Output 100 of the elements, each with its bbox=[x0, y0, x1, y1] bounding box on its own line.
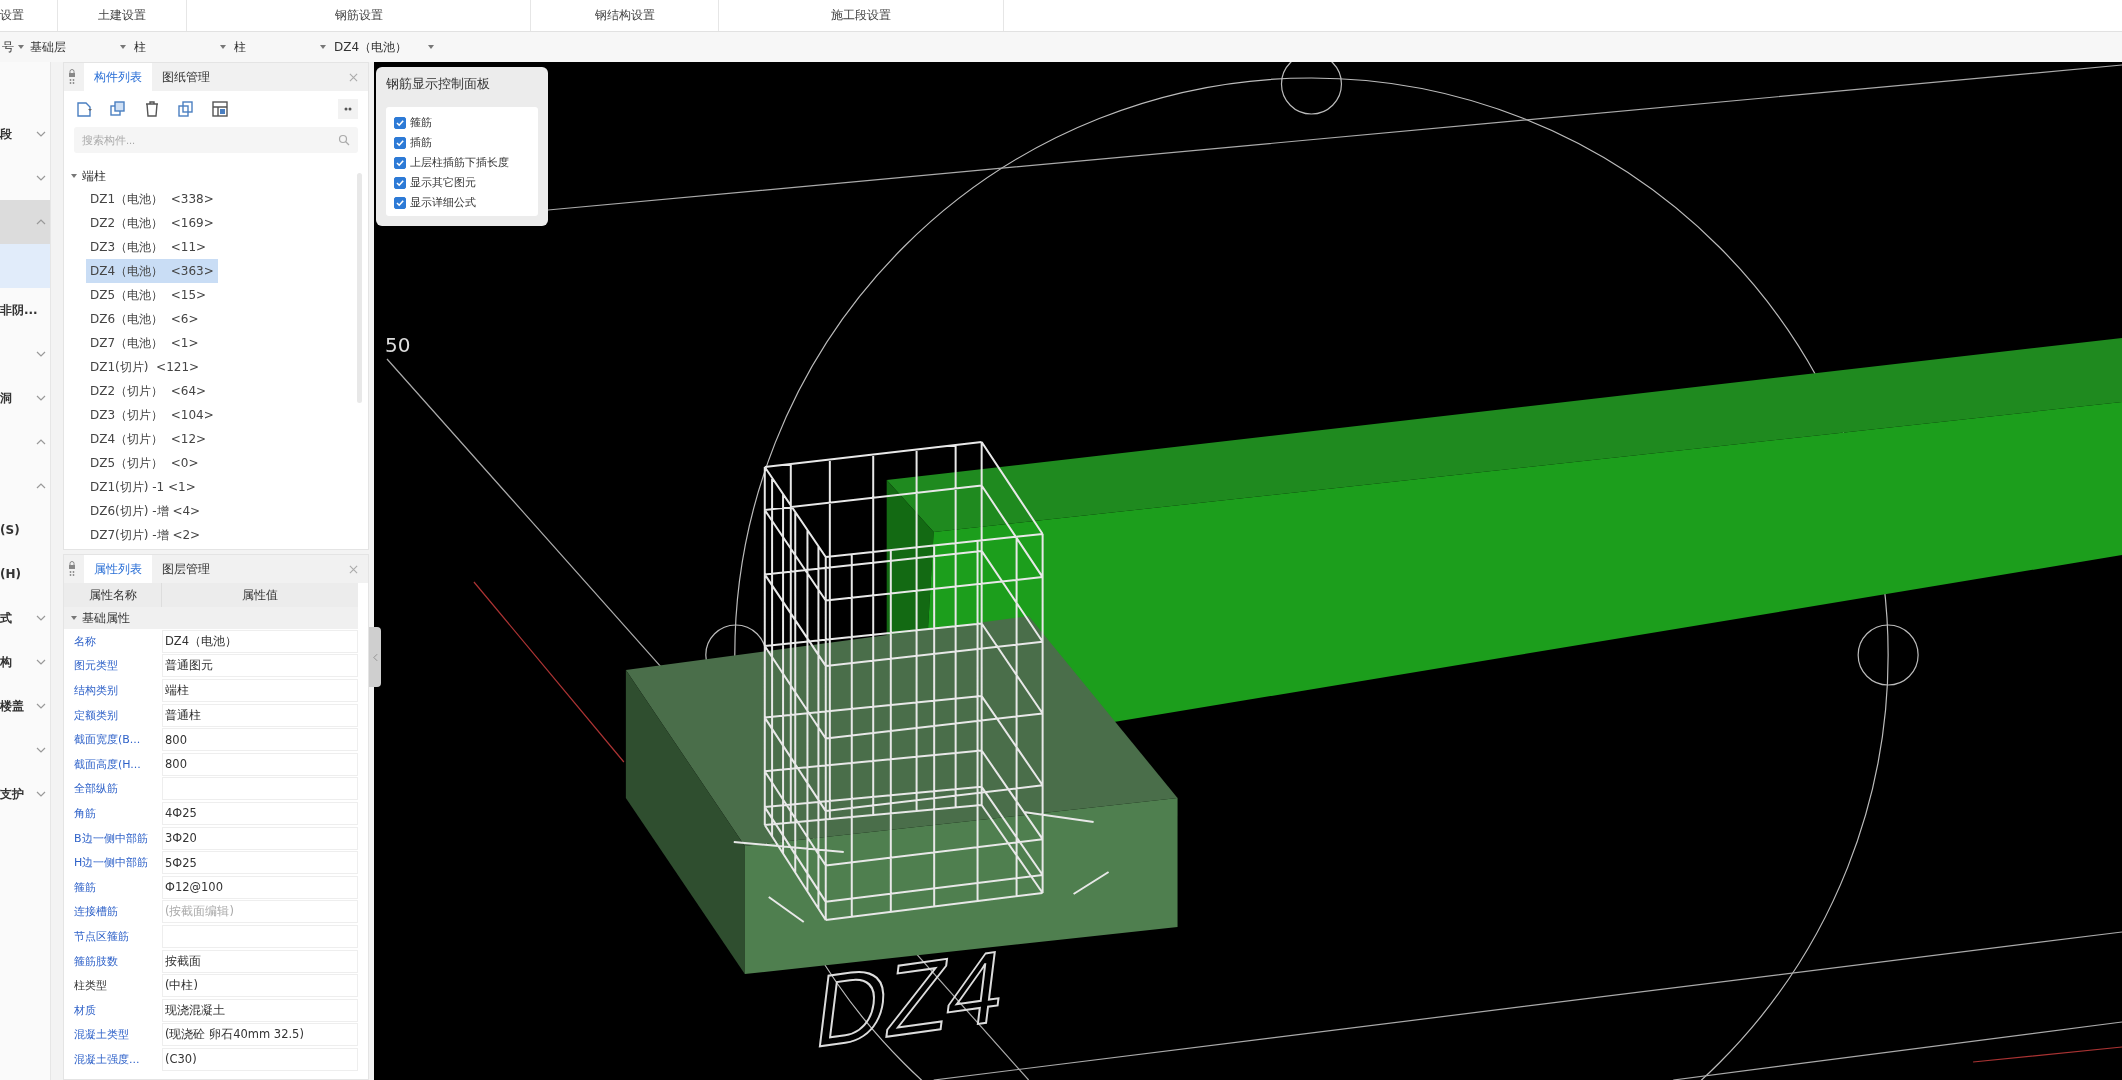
property-name: 结构类别 bbox=[73, 683, 119, 698]
copy-icon[interactable] bbox=[108, 99, 128, 119]
sidebar-item[interactable]: 段 bbox=[0, 112, 50, 156]
sidebar-item[interactable] bbox=[0, 200, 50, 244]
property-value[interactable]: 普通图元 bbox=[162, 654, 358, 678]
panel-tab[interactable]: 构件列表 bbox=[84, 63, 152, 91]
expand-icon bbox=[70, 615, 78, 621]
column-header: 属性值 bbox=[241, 586, 279, 604]
dropdown[interactable]: 基础层 bbox=[28, 32, 132, 62]
close-icon[interactable] bbox=[349, 564, 358, 574]
panel-tab[interactable]: 图层管理 bbox=[152, 555, 220, 583]
axis-marker bbox=[1857, 624, 1919, 686]
collapse-handle[interactable] bbox=[369, 627, 381, 687]
tree-item[interactable]: DZ4（切片） <12> bbox=[86, 427, 211, 451]
property-value[interactable]: 4Ф25 bbox=[162, 801, 358, 825]
tree-item[interactable]: DZ3（电池） <11> bbox=[86, 235, 211, 259]
panel-tab[interactable]: 属性列表 bbox=[84, 555, 152, 583]
search-field[interactable]: 搜索构件... bbox=[74, 127, 358, 153]
tree-item[interactable]: DZ3（切片） <104> bbox=[86, 403, 218, 427]
tree-item[interactable]: DZ6(切片) -增 <4> bbox=[86, 499, 205, 523]
property-name: 箍筋 bbox=[73, 879, 97, 895]
panel-tab[interactable]: 图纸管理 bbox=[152, 63, 220, 91]
top-tab[interactable]: 设置 bbox=[0, 0, 58, 31]
property-name: 名称 bbox=[73, 633, 97, 649]
axis-marker bbox=[1280, 62, 1343, 115]
tree-item[interactable]: DZ1(切片) <121> bbox=[86, 355, 204, 379]
tree-item[interactable]: DZ5（切片） <0> bbox=[86, 451, 203, 475]
sidebar-item[interactable]: 楼盖 bbox=[0, 684, 50, 728]
tree-item[interactable]: DZ7(切片) -增 <2> bbox=[86, 523, 205, 547]
property-name: 截面高度(H... bbox=[73, 756, 142, 772]
tree-item[interactable]: DZ2（电池） <169> bbox=[86, 211, 218, 235]
checkbox[interactable] bbox=[394, 156, 406, 169]
property-name: 混凝土强度... bbox=[73, 1051, 141, 1067]
property-value[interactable]: 现浇混凝土 bbox=[162, 998, 358, 1022]
element-label: DZ4 bbox=[808, 928, 1011, 1070]
top-tab[interactable]: 钢筋设置 bbox=[187, 0, 531, 31]
lock-icon[interactable] bbox=[68, 561, 76, 577]
duplicate-icon[interactable] bbox=[176, 99, 196, 119]
sidebar-item[interactable]: 式 bbox=[0, 596, 50, 640]
checkbox-option[interactable]: 插筋 bbox=[394, 135, 534, 150]
dropdown[interactable]: 柱 bbox=[232, 32, 332, 62]
lock-icon[interactable] bbox=[68, 69, 76, 85]
property-value[interactable]: 800 bbox=[162, 728, 358, 752]
more-icon[interactable] bbox=[338, 99, 358, 119]
property-name: 图元类型 bbox=[73, 658, 119, 674]
tree-item[interactable]: DZ1(切片) -1 <1> bbox=[86, 475, 200, 499]
property-name: 连接槽筋 bbox=[73, 904, 119, 920]
top-tab[interactable]: 钢结构设置 bbox=[531, 0, 719, 31]
property-value[interactable]: (C30) bbox=[162, 1047, 358, 1071]
axis-label: 50 bbox=[385, 333, 411, 357]
sidebar-item[interactable] bbox=[0, 244, 50, 288]
property-value[interactable]: 普通柱 bbox=[162, 703, 358, 727]
search-icon bbox=[338, 134, 350, 146]
3d-viewport[interactable]: 50 DZ4 钢筋显示控制面板 箍筋 插筋 上层柱插筋下插长度 显示其它图元 显示详细公式 bbox=[374, 62, 2122, 1080]
checkbox-option[interactable]: 箍筋 bbox=[394, 115, 534, 130]
property-value[interactable]: 端柱 bbox=[162, 679, 358, 702]
close-icon[interactable] bbox=[349, 72, 358, 82]
dropdown[interactable]: 柱 bbox=[132, 32, 232, 62]
tree-item[interactable]: DZ6（电池） <6> bbox=[86, 307, 203, 331]
top-tab[interactable]: 土建设置 bbox=[58, 0, 187, 31]
property-value[interactable]: Ф12@100 bbox=[162, 875, 358, 899]
property-name: H边一侧中部筋 bbox=[73, 855, 150, 871]
dropdown[interactable]: DZ4（电池） bbox=[332, 32, 440, 62]
property-name: 柱类型 bbox=[73, 978, 108, 994]
sidebar-item[interactable]: 构 bbox=[0, 640, 50, 684]
caret-icon bbox=[220, 45, 226, 49]
new-file-icon[interactable] bbox=[74, 99, 94, 119]
property-value[interactable]: (中柱) bbox=[162, 974, 358, 998]
sidebar-item[interactable]: 支护 bbox=[0, 772, 50, 816]
checkbox-option[interactable]: 上层柱插筋下插长度 bbox=[394, 155, 534, 170]
property-name: 节点区箍筋 bbox=[73, 928, 130, 944]
layout-icon[interactable] bbox=[210, 99, 230, 119]
sidebar-item[interactable]: (H) bbox=[0, 552, 50, 596]
tree-group[interactable]: 端柱 bbox=[70, 165, 368, 187]
checkbox-option[interactable]: 显示其它图元 bbox=[394, 175, 534, 190]
property-name: 全部纵筋 bbox=[73, 781, 119, 797]
checkbox[interactable] bbox=[394, 116, 406, 129]
property-name: 定额类别 bbox=[73, 707, 119, 723]
property-value[interactable]: (现浇砼 卵石40mm 32.5) bbox=[162, 1023, 358, 1047]
property-value[interactable]: 5Ф25 bbox=[162, 851, 358, 875]
checkbox[interactable] bbox=[394, 196, 406, 209]
tree-item[interactable]: DZ4（电池） <363> bbox=[86, 259, 218, 283]
checkbox[interactable] bbox=[394, 136, 406, 149]
property-group[interactable]: 基础属性 bbox=[64, 607, 358, 629]
tree-item[interactable]: DZ7（电池） <1> bbox=[86, 331, 203, 355]
checkbox-option[interactable]: 显示详细公式 bbox=[394, 195, 534, 210]
property-value[interactable]: 800 bbox=[162, 752, 358, 776]
sidebar-item[interactable]: (S) bbox=[0, 508, 50, 552]
property-value[interactable]: 3Ф20 bbox=[162, 826, 358, 850]
dropdown[interactable]: 号 bbox=[0, 32, 28, 62]
property-value[interactable]: 按截面 bbox=[162, 949, 358, 973]
checkbox[interactable] bbox=[394, 176, 406, 189]
tree-item[interactable]: DZ1（电池） <338> bbox=[86, 187, 218, 211]
sidebar-item[interactable]: 洞 bbox=[0, 376, 50, 420]
caret-icon bbox=[320, 45, 326, 49]
top-tab[interactable]: 施工段设置 bbox=[719, 0, 1004, 31]
property-value[interactable]: DZ4（电池） bbox=[162, 629, 358, 653]
sidebar-item[interactable]: 非阴... bbox=[0, 288, 50, 332]
tree-item[interactable]: DZ2（切片） <64> bbox=[86, 379, 211, 403]
tree-item[interactable]: DZ5（电池） <15> bbox=[86, 283, 211, 307]
